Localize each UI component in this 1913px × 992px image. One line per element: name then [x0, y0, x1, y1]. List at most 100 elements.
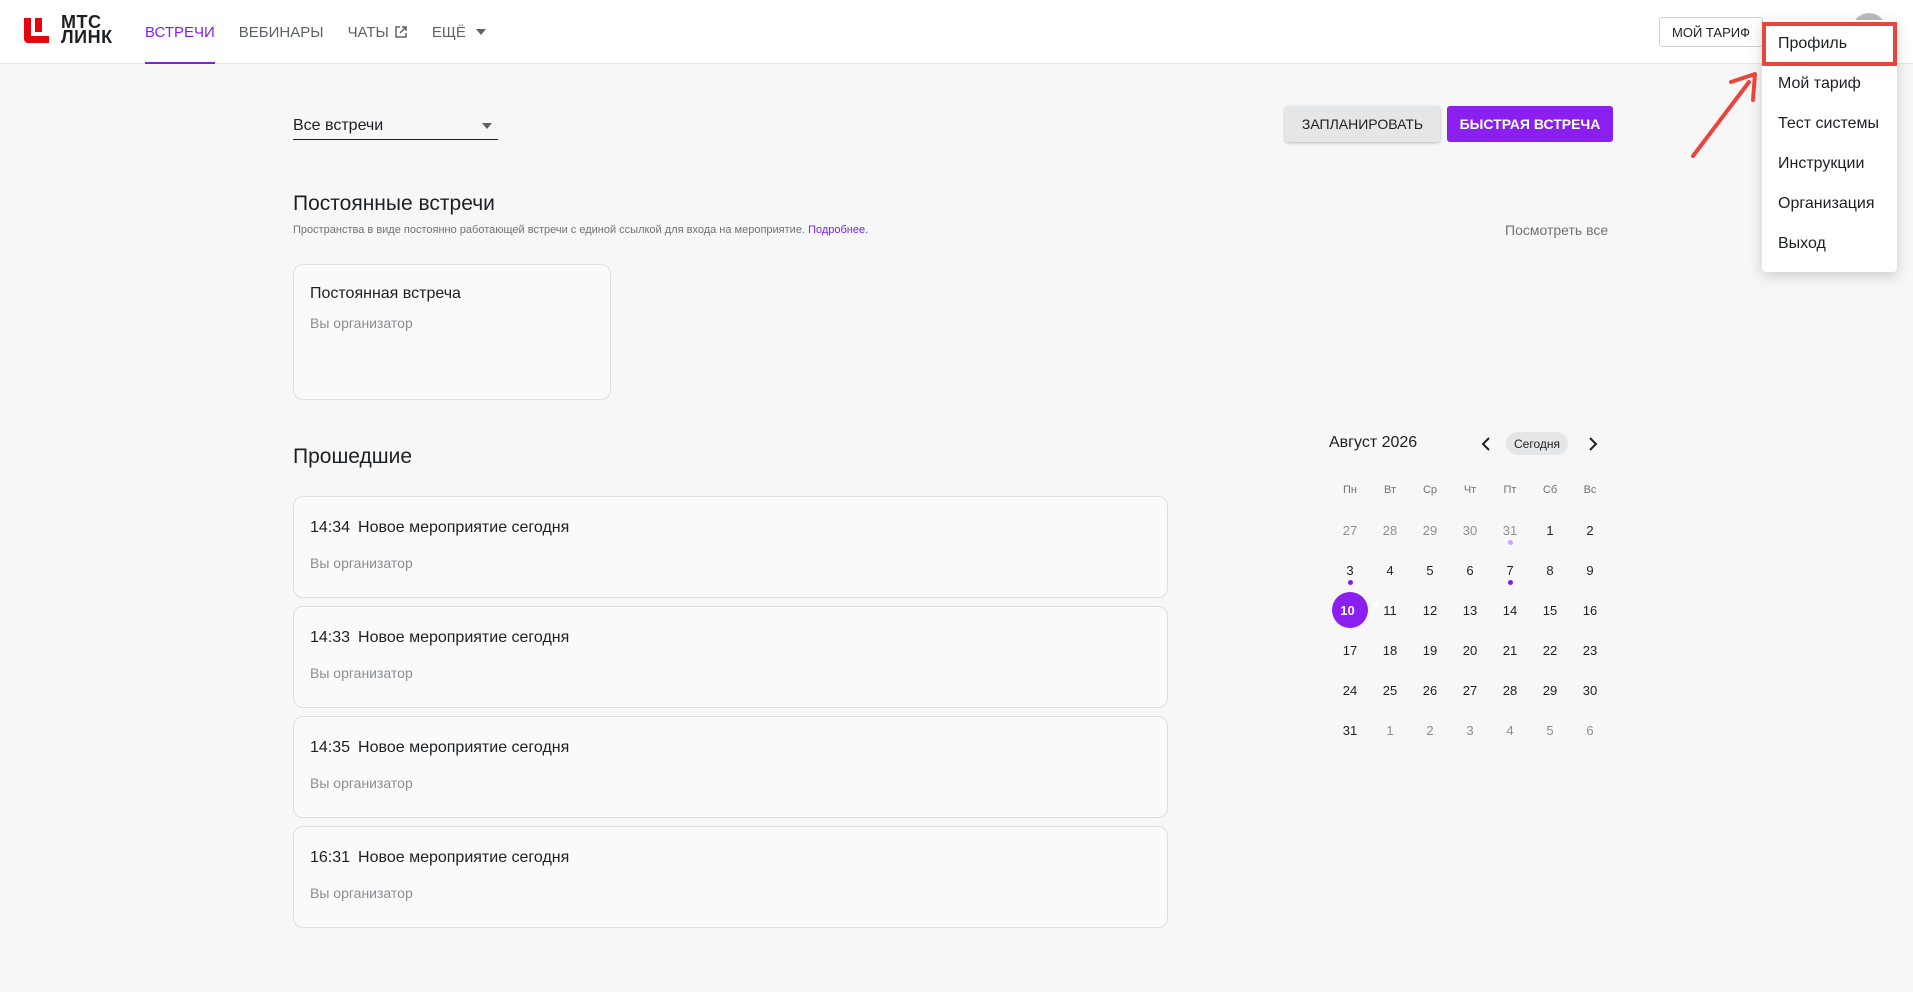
calendar-day[interactable]: 20	[1450, 630, 1490, 670]
permanent-meeting-title: Постоянная встреча	[310, 285, 461, 302]
nav-webinars[interactable]: ВЕБИНАРЫ	[239, 0, 324, 64]
calendar-day[interactable]: 16	[1570, 590, 1610, 630]
calendar-day[interactable]: 11	[1370, 590, 1410, 630]
calendar-day-number: 30	[1462, 522, 1478, 538]
calendar-day-number: 5	[1546, 722, 1554, 738]
calendar-day[interactable]: 28	[1490, 670, 1530, 710]
calendar-day[interactable]: 29	[1530, 670, 1570, 710]
calendar-day[interactable]: 1	[1370, 710, 1410, 750]
calendar-day[interactable]: 27	[1450, 670, 1490, 710]
calendar-day-number: 28	[1382, 522, 1398, 538]
chevron-left-icon[interactable]	[1478, 434, 1494, 454]
calendar-day[interactable]: 28	[1370, 510, 1410, 550]
menu-item-system-test[interactable]: Тест системы	[1762, 104, 1897, 144]
calendar-day[interactable]: 5	[1410, 550, 1450, 590]
menu-item-my-tariff[interactable]: Мой тариф	[1762, 64, 1897, 104]
calendar-weekday: Сб	[1542, 484, 1558, 496]
calendar-day[interactable]: 31	[1330, 710, 1370, 750]
menu-item-logout[interactable]: Выход	[1762, 224, 1897, 264]
chevron-down-icon	[475, 29, 486, 35]
calendar-day[interactable]: 30	[1570, 670, 1610, 710]
calendar-weekday: Ср	[1422, 484, 1438, 496]
event-card[interactable]: 14:34 Новое мероприятие сегодня Вы органи…	[293, 496, 1168, 598]
logo-line-2: ЛИНК	[61, 27, 113, 47]
external-link-icon	[395, 26, 407, 38]
calendar-day[interactable]: 14	[1490, 590, 1530, 630]
calendar-day-number: 5	[1426, 562, 1434, 578]
quick-meeting-button[interactable]: БЫСТРАЯ ВСТРЕЧА	[1447, 106, 1613, 142]
calendar-day[interactable]: 3	[1330, 550, 1370, 590]
calendar-day[interactable]: 31	[1490, 510, 1530, 550]
menu-item-organization-label: Организация	[1778, 195, 1875, 212]
calendar-day-number: 31	[1502, 522, 1518, 538]
menu-item-profile[interactable]: Профиль	[1762, 22, 1897, 66]
event-card[interactable]: 14:35 Новое мероприятие сегодня Вы органи…	[293, 716, 1168, 818]
see-all-link[interactable]: Посмотреть все	[1505, 222, 1608, 238]
calendar-day[interactable]: 2	[1410, 710, 1450, 750]
nav-more-label: ЕЩЁ	[431, 23, 466, 41]
calendar-day-number: 22	[1542, 642, 1558, 658]
calendar-day[interactable]: 24	[1330, 670, 1370, 710]
calendar-grid: Пн Вт Ср Чт Пт Сб Вс 27 28 29 30 31 1 2 3 4 5 6 7 8 9 10 11 12 1…	[1330, 470, 1610, 750]
calendar-day[interactable]: 6	[1450, 550, 1490, 590]
nav-meetings[interactable]: ВСТРЕЧИ	[145, 0, 215, 64]
calendar-day[interactable]: 22	[1530, 630, 1570, 670]
permanent-meeting-card[interactable]: Постоянная встреча Вы организатор	[293, 264, 611, 400]
annotation-arrow-icon	[1691, 72, 1757, 158]
calendar-day[interactable]: 19	[1410, 630, 1450, 670]
calendar-day-number: 18	[1382, 642, 1398, 658]
calendar-day[interactable]: 7	[1490, 550, 1530, 590]
nav-chats-label: ЧАТЫ	[347, 23, 389, 41]
calendar-day[interactable]: 21	[1490, 630, 1530, 670]
calendar-day[interactable]: 29	[1410, 510, 1450, 550]
calendar-day[interactable]: 4	[1370, 550, 1410, 590]
calendar-day[interactable]: 4	[1490, 710, 1530, 750]
calendar-day[interactable]: 2	[1570, 510, 1610, 550]
calendar-day-number: 1	[1386, 722, 1394, 738]
chevron-right-icon[interactable]	[1585, 434, 1601, 454]
calendar-day-number: 30	[1582, 682, 1598, 698]
my-tariff-button[interactable]: МОЙ ТАРИФ	[1659, 17, 1763, 47]
calendar-day-number: 25	[1382, 682, 1398, 698]
calendar-day[interactable]: 6	[1570, 710, 1610, 750]
calendar-day[interactable]: 9	[1570, 550, 1610, 590]
meetings-filter-select[interactable]: Все встречи	[293, 112, 498, 140]
calendar-day[interactable]: 15	[1530, 590, 1570, 630]
event-card[interactable]: 14:33 Новое мероприятие сегодня Вы органи…	[293, 606, 1168, 708]
calendar-day[interactable]: 8	[1530, 550, 1570, 590]
calendar-day-number: 11	[1383, 602, 1397, 618]
menu-item-organization[interactable]: Организация	[1762, 184, 1897, 224]
permanent-description-text: Пространства в виде постоянно работающей…	[293, 224, 805, 236]
nav-meetings-label: ВСТРЕЧИ	[145, 23, 215, 41]
user-dropdown-menu: Профиль Мой тариф Тест системы Инструкци…	[1762, 20, 1897, 272]
more-info-link[interactable]: Подробнее.	[808, 224, 868, 236]
event-role: Вы организатор	[310, 885, 413, 901]
calendar-day-number: 31	[1342, 722, 1358, 738]
nav-chats[interactable]: ЧАТЫ	[348, 0, 408, 64]
calendar-day[interactable]: 26	[1410, 670, 1450, 710]
calendar-day[interactable]: 17	[1330, 630, 1370, 670]
event-card[interactable]: 16:31 Новое мероприятие сегодня Вы органи…	[293, 826, 1168, 928]
nav-more[interactable]: ЕЩЁ	[432, 0, 486, 64]
calendar-day[interactable]: 5	[1530, 710, 1570, 750]
schedule-button[interactable]: ЗАПЛАНИРОВАТЬ	[1285, 106, 1440, 142]
calendar-day[interactable]: 12	[1410, 590, 1450, 630]
calendar-day[interactable]: 13	[1450, 590, 1490, 630]
calendar-day[interactable]: 1	[1530, 510, 1570, 550]
calendar-day[interactable]: 3	[1450, 710, 1490, 750]
calendar-day[interactable]: 23	[1570, 630, 1610, 670]
menu-item-instructions[interactable]: Инструкции	[1762, 144, 1897, 184]
mts-link-logo[interactable]: МТС ЛИНК	[22, 13, 113, 47]
calendar-day-number: 12	[1422, 602, 1438, 618]
calendar-day-number: 29	[1422, 522, 1438, 538]
menu-item-instructions-label: Инструкции	[1778, 155, 1865, 172]
calendar-day[interactable]: 30	[1450, 510, 1490, 550]
event-role: Вы организатор	[310, 555, 413, 571]
calendar-day[interactable]: 18	[1370, 630, 1410, 670]
calendar-day[interactable]: 27	[1330, 510, 1370, 550]
calendar-day-number: 2	[1586, 522, 1594, 538]
calendar-day[interactable]: 25	[1370, 670, 1410, 710]
calendar-day-selected[interactable]: 10	[1330, 590, 1378, 630]
past-meetings-title: Прошедшие	[293, 445, 413, 468]
calendar-today-button[interactable]: Сегодня	[1506, 432, 1568, 455]
